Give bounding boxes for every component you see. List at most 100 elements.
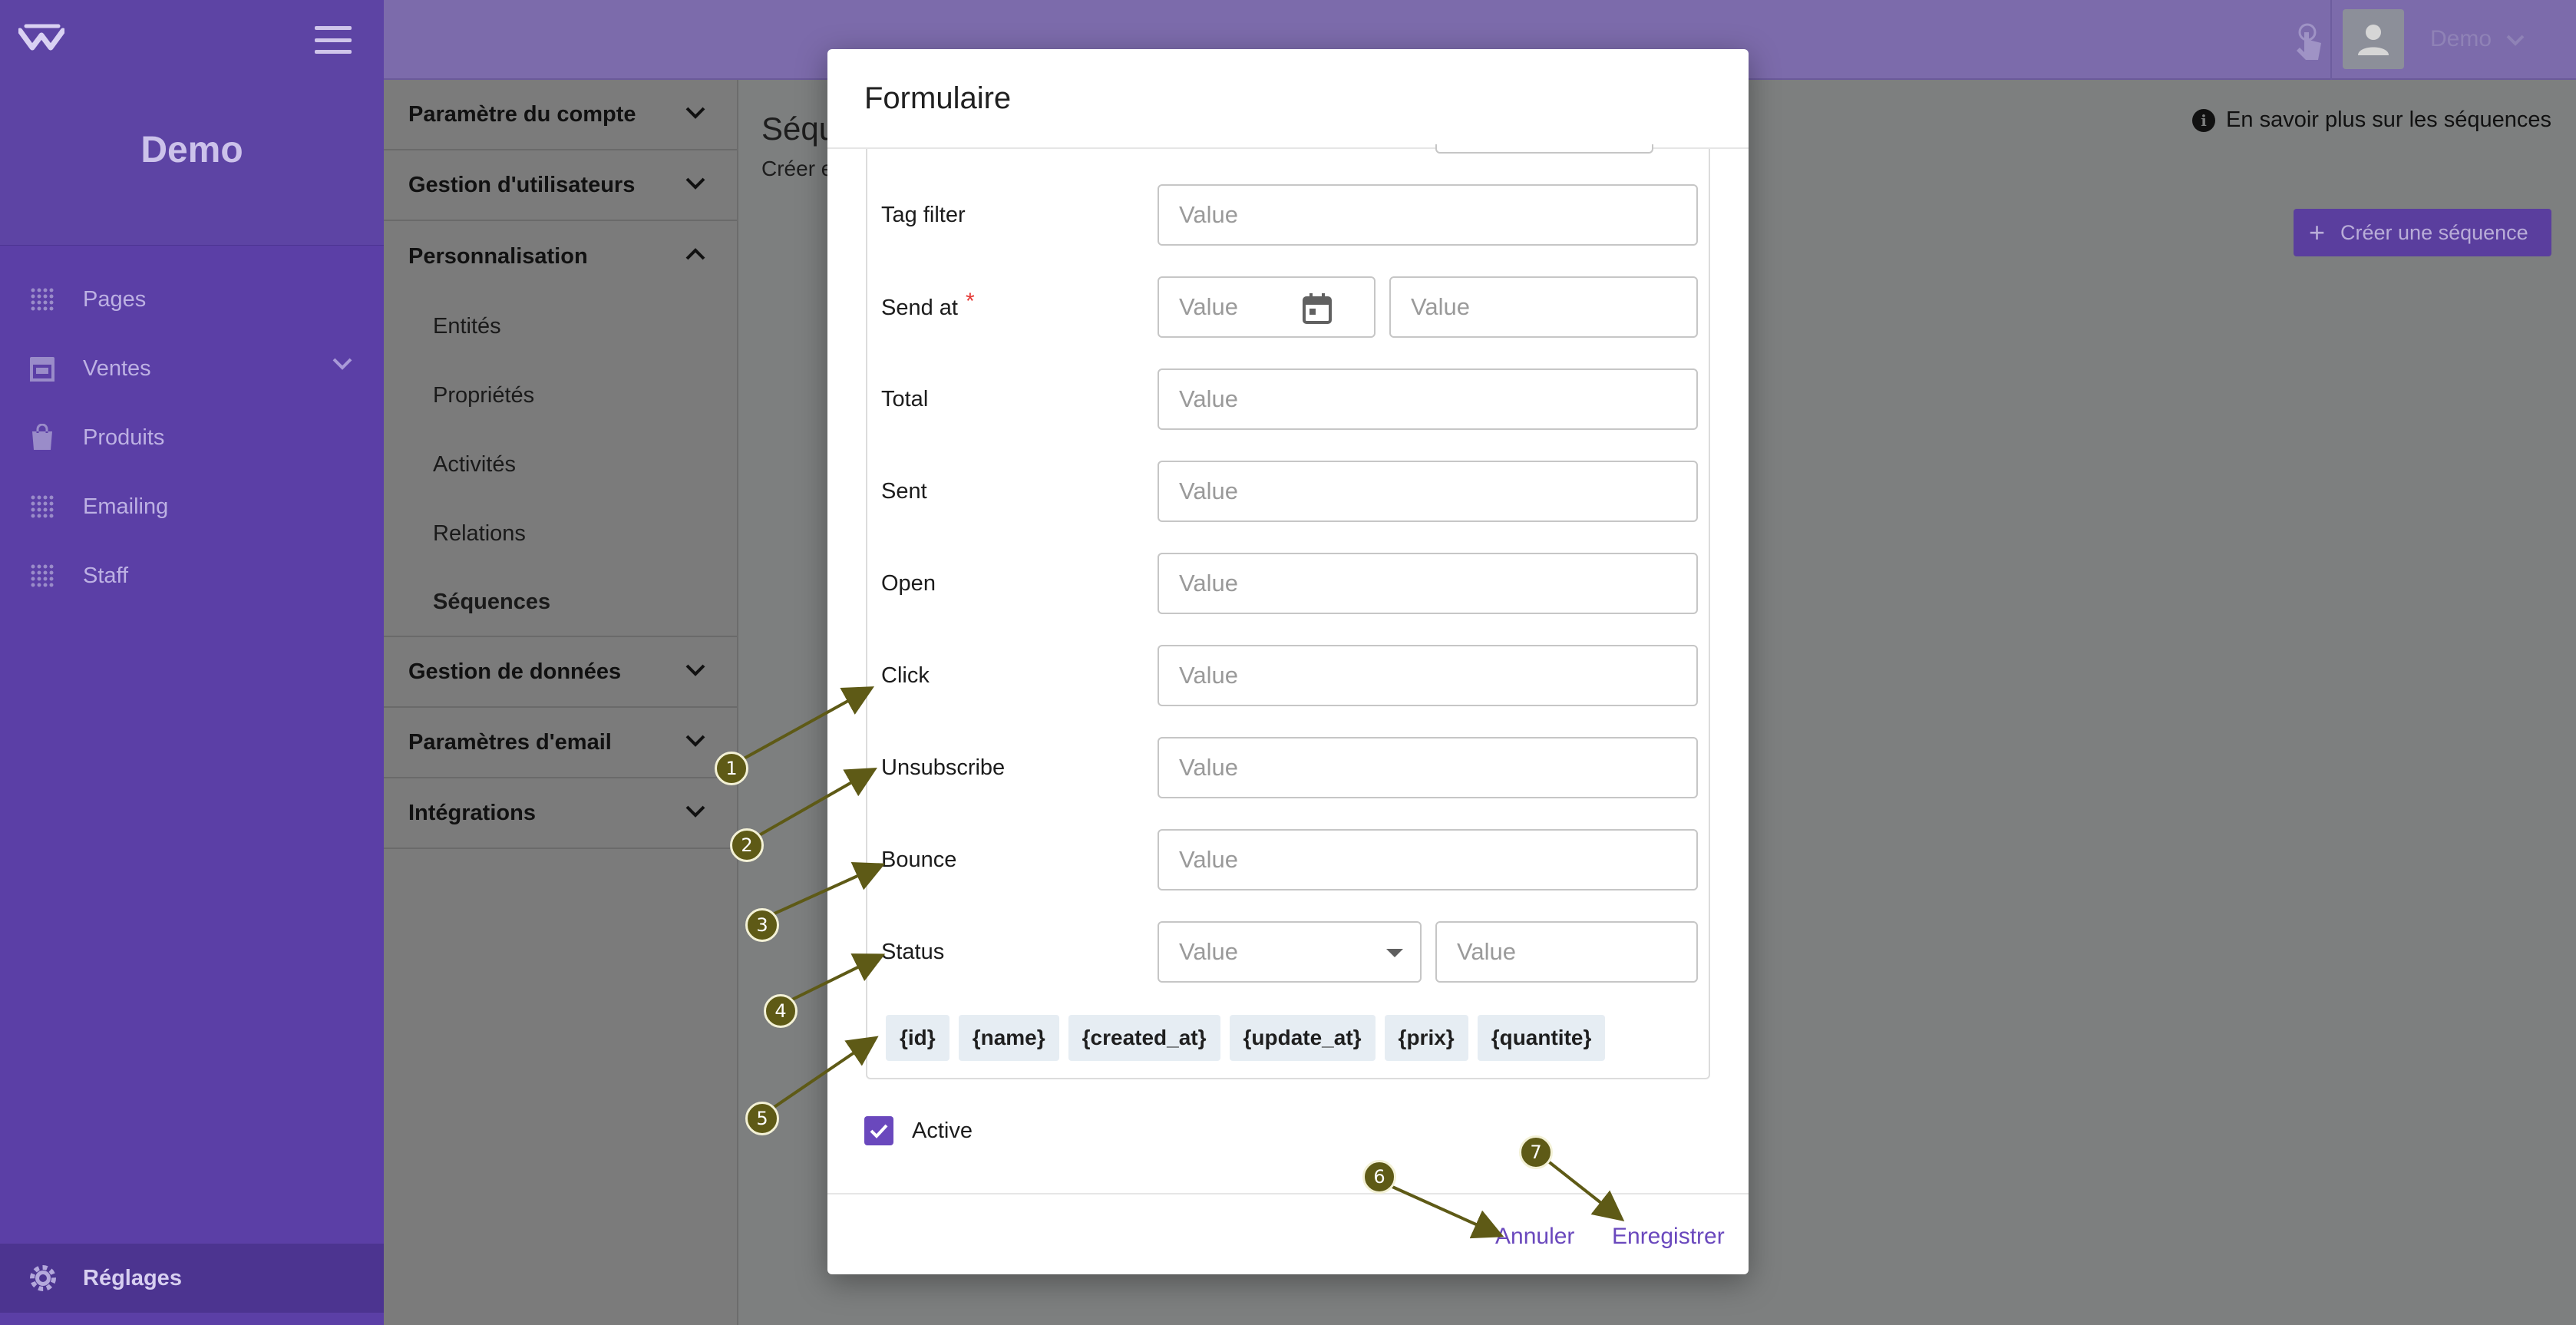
dialog-title: Formulaire xyxy=(827,49,1749,149)
sidebar-item-reglages[interactable]: Réglages xyxy=(0,1244,384,1313)
settings-group-users[interactable]: Gestion d'utilisateurs xyxy=(384,150,737,221)
create-sequence-label: Créer une séquence xyxy=(2340,220,2528,244)
settings-group-email[interactable]: Paramètres d'email xyxy=(384,708,737,778)
settings-group-integrations[interactable]: Intégrations xyxy=(384,778,737,849)
status-select[interactable]: Value xyxy=(1158,921,1422,983)
sidebar-item-staff[interactable]: Staff xyxy=(0,541,384,610)
date-placeholder: Value xyxy=(1179,293,1238,320)
send-at-date-input[interactable]: Value xyxy=(1158,276,1376,338)
sidebar-item-emailing[interactable]: Emailing xyxy=(0,472,384,541)
annotation-badge-3: 3 xyxy=(745,908,779,942)
form-row-unsubscribe: Unsubscribe Value xyxy=(867,737,1712,801)
field-label: Click xyxy=(881,663,930,688)
field-label: Open xyxy=(881,571,936,596)
logo-icon[interactable] xyxy=(18,21,64,55)
sidebar-header: Demo xyxy=(0,0,384,246)
form-row-tag-filter: Tag filter Value xyxy=(867,184,1712,249)
caret-down-icon xyxy=(1386,949,1403,957)
form-row-click: Click Value xyxy=(867,645,1712,709)
user-name: Demo xyxy=(2430,26,2492,51)
plus-icon: + xyxy=(2309,216,2326,248)
chevron-down-icon xyxy=(685,735,705,747)
user-menu[interactable]: Demo xyxy=(2430,26,2525,52)
save-button[interactable]: Enregistrer xyxy=(1612,1224,1725,1250)
sidebar-item-ventes[interactable]: Ventes xyxy=(0,334,384,403)
settings-group-account[interactable]: Paramètre du compte xyxy=(384,80,737,150)
person-icon xyxy=(2358,25,2389,55)
shopping-bag-icon xyxy=(28,423,57,452)
settings-group-label: Gestion de données xyxy=(408,659,622,684)
chip-update-at[interactable]: {update_at} xyxy=(1229,1015,1376,1061)
status-input[interactable]: Value xyxy=(1435,921,1698,983)
sidebar-item-label: Emailing xyxy=(83,494,169,519)
calendar-icon[interactable] xyxy=(1300,292,1334,325)
sidebar-item-label: Produits xyxy=(83,425,165,450)
touch-gesture-icon[interactable] xyxy=(2286,18,2332,64)
chevron-down-icon xyxy=(685,664,705,676)
sidebar-item-produits[interactable]: Produits xyxy=(0,403,384,472)
chevron-up-icon xyxy=(685,248,705,260)
chevron-down-icon xyxy=(685,177,705,190)
annotation-badge-7: 7 xyxy=(1519,1135,1553,1169)
active-label: Active xyxy=(912,1118,973,1143)
settings-sub-relations[interactable]: Relations xyxy=(384,499,737,568)
chevron-down-icon xyxy=(685,107,705,119)
status-select-value: Value xyxy=(1179,938,1238,965)
bounce-input[interactable]: Value xyxy=(1158,829,1698,890)
settings-group-donnees[interactable]: Gestion de données xyxy=(384,637,737,708)
sidebar-nav: Pages Ventes Produits Emailing Staff xyxy=(0,265,384,610)
unsubscribe-input[interactable]: Value xyxy=(1158,737,1698,798)
info-icon: i xyxy=(2192,108,2216,132)
field-label: Send at * xyxy=(881,289,975,320)
learn-more-label: En savoir plus sur les séquences xyxy=(2226,107,2551,132)
settings-sub-entites[interactable]: Entités xyxy=(384,292,737,361)
annotation-badge-1: 1 xyxy=(715,752,748,785)
active-toggle-row[interactable]: Active xyxy=(864,1116,973,1145)
sidebar-item-pages[interactable]: Pages xyxy=(0,265,384,334)
avatar[interactable] xyxy=(2343,9,2404,69)
tag-filter-input[interactable]: Value xyxy=(1158,184,1698,246)
required-marker: * xyxy=(965,289,975,314)
field-label: Sent xyxy=(881,479,927,504)
field-label: Tag filter xyxy=(881,203,966,227)
settings-group-personnalisation[interactable]: Personnalisation xyxy=(384,221,737,292)
learn-more-link[interactable]: i En savoir plus sur les séquences xyxy=(2192,107,2551,133)
send-at-time-input[interactable]: Value xyxy=(1389,276,1698,338)
hamburger-menu-icon[interactable] xyxy=(315,26,352,54)
form-dialog: Formulaire Tag filter Value Send at * Val… xyxy=(827,49,1749,1274)
chip-prix[interactable]: {prix} xyxy=(1384,1015,1468,1061)
variable-chips: {id} {name} {created_at} {update_at} {pr… xyxy=(886,1015,1606,1061)
settings-sub-proprietes[interactable]: Propriétés xyxy=(384,361,737,430)
scrolled-field-stub[interactable] xyxy=(1435,144,1653,154)
chevron-down-icon xyxy=(2506,35,2525,46)
click-input[interactable]: Value xyxy=(1158,645,1698,706)
settings-group-label: Paramètres d'email xyxy=(408,729,612,755)
chip-name[interactable]: {name} xyxy=(958,1015,1059,1061)
active-checkbox[interactable] xyxy=(864,1116,893,1145)
annotation-badge-5: 5 xyxy=(745,1102,779,1135)
settings-sub-activites[interactable]: Activités xyxy=(384,430,737,499)
open-input[interactable]: Value xyxy=(1158,553,1698,614)
chip-id[interactable]: {id} xyxy=(886,1015,949,1061)
total-input[interactable]: Value xyxy=(1158,368,1698,430)
form-fields-container[interactable]: Tag filter Value Send at * Value Value To… xyxy=(866,144,1712,1079)
chip-created-at[interactable]: {created_at} xyxy=(1068,1015,1220,1061)
check-icon xyxy=(870,1124,888,1138)
cancel-button[interactable]: Annuler xyxy=(1495,1224,1574,1250)
chip-quantite[interactable]: {quantite} xyxy=(1477,1015,1606,1061)
sent-input[interactable]: Value xyxy=(1158,461,1698,522)
chevron-down-icon[interactable] xyxy=(332,357,353,371)
sidebar-item-label: Staff xyxy=(83,563,129,588)
settings-sub-sequences[interactable]: Séquences xyxy=(384,568,737,637)
settings-group-label: Paramètre du compte xyxy=(408,101,636,127)
grid-dots-icon xyxy=(28,492,57,521)
gear-icon xyxy=(30,1265,56,1291)
app-sidebar: Demo Pages Ventes Produits Emailing Staf… xyxy=(0,0,384,1325)
create-sequence-button[interactable]: + Créer une séquence xyxy=(2294,209,2551,256)
sidebar-item-label: Ventes xyxy=(83,355,151,381)
topbar-divider xyxy=(2330,0,2332,80)
settings-group-label: Intégrations xyxy=(408,800,536,825)
sidebar-item-label: Pages xyxy=(83,286,147,312)
form-row-open: Open Value xyxy=(867,553,1712,617)
chevron-down-icon xyxy=(685,805,705,818)
